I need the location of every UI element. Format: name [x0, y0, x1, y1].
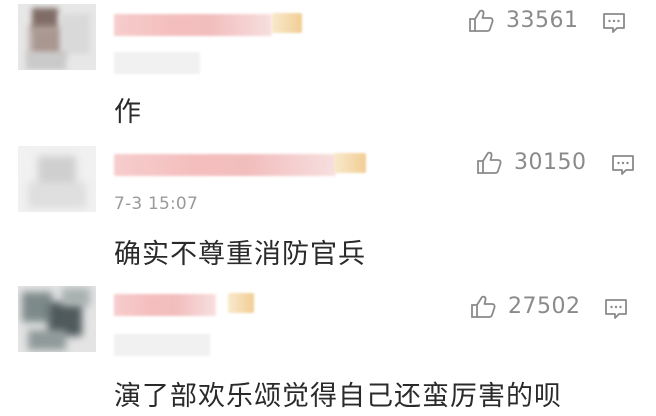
member-badge	[334, 153, 366, 173]
comment-bubble-icon[interactable]	[601, 10, 627, 36]
like-button[interactable]: 33561	[468, 8, 579, 33]
meta-blurred	[114, 52, 200, 74]
comment-text: 确实不尊重消防官兵	[114, 239, 366, 270]
comment-item: 30150 7-3 15:07 确实不尊重消防官兵	[0, 140, 656, 280]
like-count: 27502	[508, 294, 581, 319]
like-button[interactable]: 27502	[470, 294, 581, 319]
avatar[interactable]	[18, 146, 96, 212]
member-badge	[228, 293, 254, 313]
comment-bubble-icon[interactable]	[603, 296, 629, 322]
thumbs-up-icon	[469, 9, 494, 32]
like-count: 33561	[506, 8, 579, 33]
comment-bubble-icon[interactable]	[610, 152, 636, 178]
thumbs-up-icon	[471, 295, 496, 318]
username-blurred[interactable]	[114, 294, 216, 316]
meta-blurred	[114, 334, 210, 356]
comment-timestamp: 7-3 15:07	[114, 194, 198, 214]
comment-item: 27502 演了部欢乐颂觉得自己还蛮厉害的呗	[0, 280, 656, 416]
comment-item: 33561 作	[0, 0, 656, 140]
like-count: 30150	[514, 150, 587, 175]
username-blurred[interactable]	[114, 154, 336, 176]
like-button[interactable]: 30150	[476, 150, 587, 175]
avatar[interactable]	[18, 286, 96, 352]
avatar[interactable]	[18, 4, 96, 70]
comment-text: 演了部欢乐颂觉得自己还蛮厉害的呗	[114, 381, 562, 412]
member-badge	[272, 13, 302, 33]
thumbs-up-icon	[477, 151, 502, 174]
comment-text: 作	[114, 97, 142, 128]
username-blurred[interactable]	[114, 14, 272, 36]
